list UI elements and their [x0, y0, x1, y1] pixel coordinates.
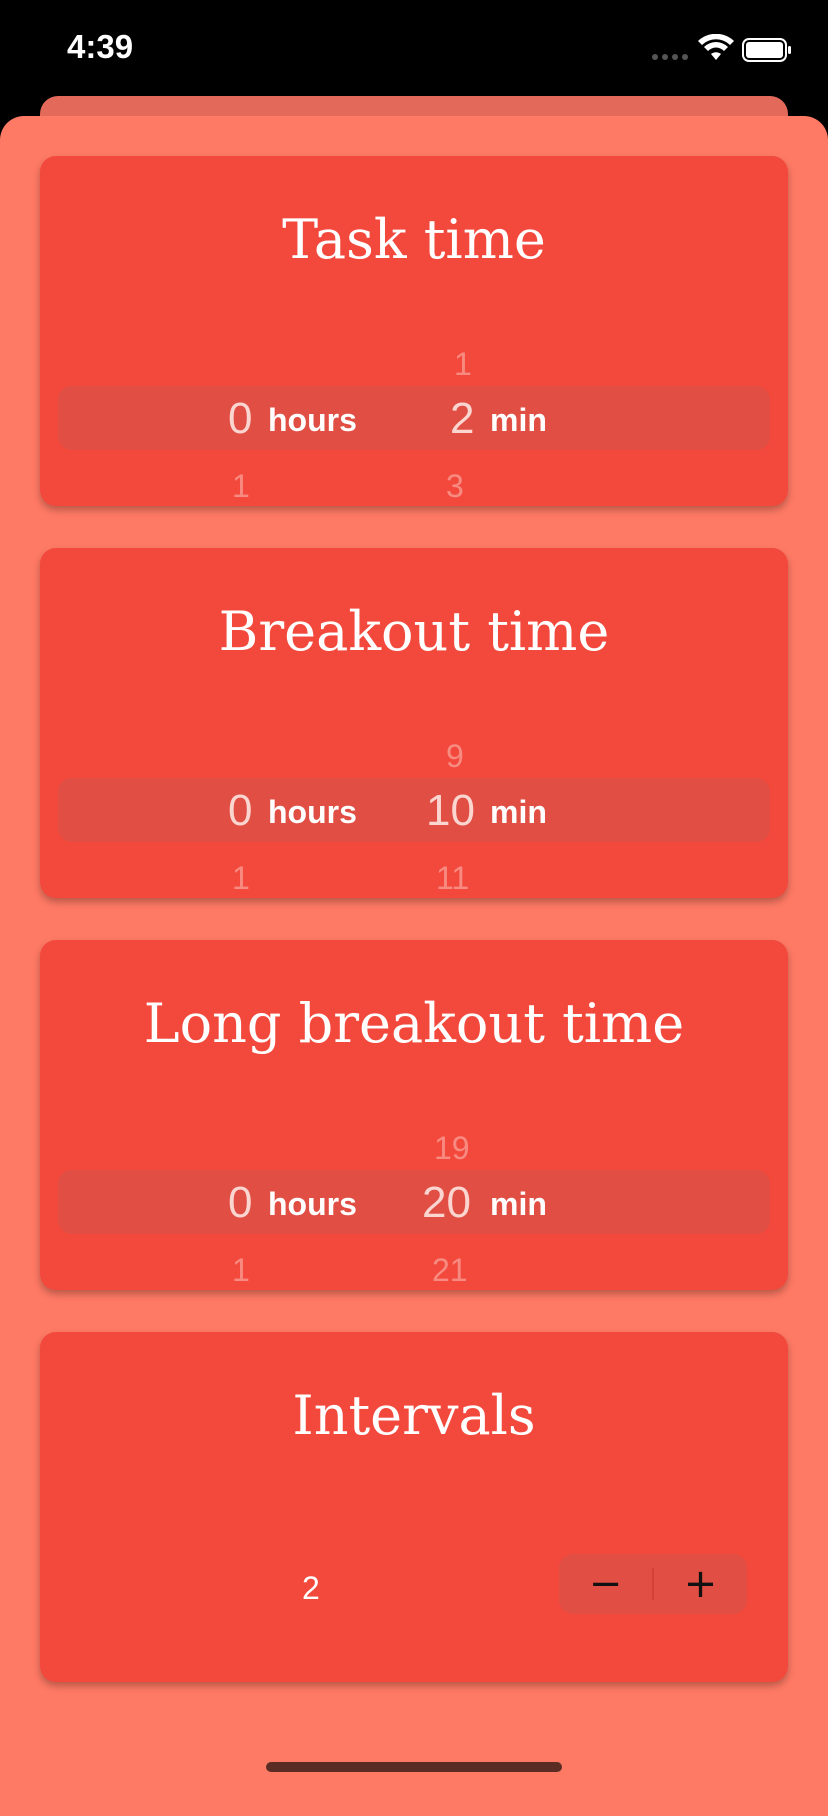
card-title: Intervals	[292, 1384, 536, 1447]
minutes-below: 21	[432, 1252, 468, 1288]
hours-below: 1	[232, 860, 250, 896]
card-title: Task time	[282, 208, 546, 271]
signal-icon	[652, 54, 688, 60]
hours-unit-label: hours	[268, 402, 357, 438]
hours-unit-label: hours	[268, 794, 357, 830]
minutes-unit-label: min	[490, 1186, 547, 1222]
minutes-wheel[interactable]: 2	[450, 394, 474, 444]
minutes-unit-label: min	[490, 402, 547, 438]
picker-selection-band	[58, 778, 770, 842]
status-bar: 4:39	[0, 0, 828, 96]
decrement-button[interactable]: −	[559, 1554, 652, 1614]
minutes-above: 19	[434, 1130, 470, 1166]
battery-icon	[742, 38, 791, 62]
hours-below: 1	[232, 468, 250, 504]
hours-below: 1	[232, 1252, 250, 1288]
card-title: Breakout time	[218, 600, 610, 663]
minutes-below: 11	[436, 860, 470, 896]
home-indicator[interactable]	[266, 1762, 562, 1772]
intervals-stepper: − +	[559, 1554, 747, 1614]
minus-icon: −	[588, 1561, 623, 1607]
minutes-wheel[interactable]: 10	[426, 786, 475, 836]
hours-unit-label: hours	[268, 1186, 357, 1222]
intervals-card: Intervals 2 − +	[40, 1332, 788, 1682]
picker-selection-band	[58, 1170, 770, 1234]
increment-button[interactable]: +	[654, 1554, 747, 1614]
minutes-wheel[interactable]: 20	[422, 1178, 471, 1228]
status-time: 4:39	[67, 28, 134, 65]
minutes-unit-label: min	[490, 794, 547, 830]
breakout-time-card: Breakout time 9 0 hours 10 min 1 11	[40, 548, 788, 898]
minutes-above: 9	[446, 738, 464, 774]
picker-selection-band	[58, 386, 770, 450]
minutes-below: 3	[446, 468, 464, 504]
hours-wheel[interactable]: 0	[228, 786, 252, 836]
task-time-card: Task time 1 0 hours 2 min 1 3	[40, 156, 788, 506]
minutes-above: 1	[454, 346, 472, 382]
wifi-icon	[698, 34, 734, 60]
card-title: Long breakout time	[143, 992, 685, 1055]
hours-wheel[interactable]: 0	[228, 1178, 252, 1228]
hours-wheel[interactable]: 0	[228, 394, 252, 444]
settings-sheet: Task time 1 0 hours 2 min 1 3 Breakout t…	[0, 116, 828, 1816]
long-breakout-time-card: Long breakout time 19 0 hours 20 min 1 2…	[40, 940, 788, 1290]
plus-icon: +	[683, 1561, 718, 1607]
intervals-value: 2	[302, 1570, 320, 1606]
